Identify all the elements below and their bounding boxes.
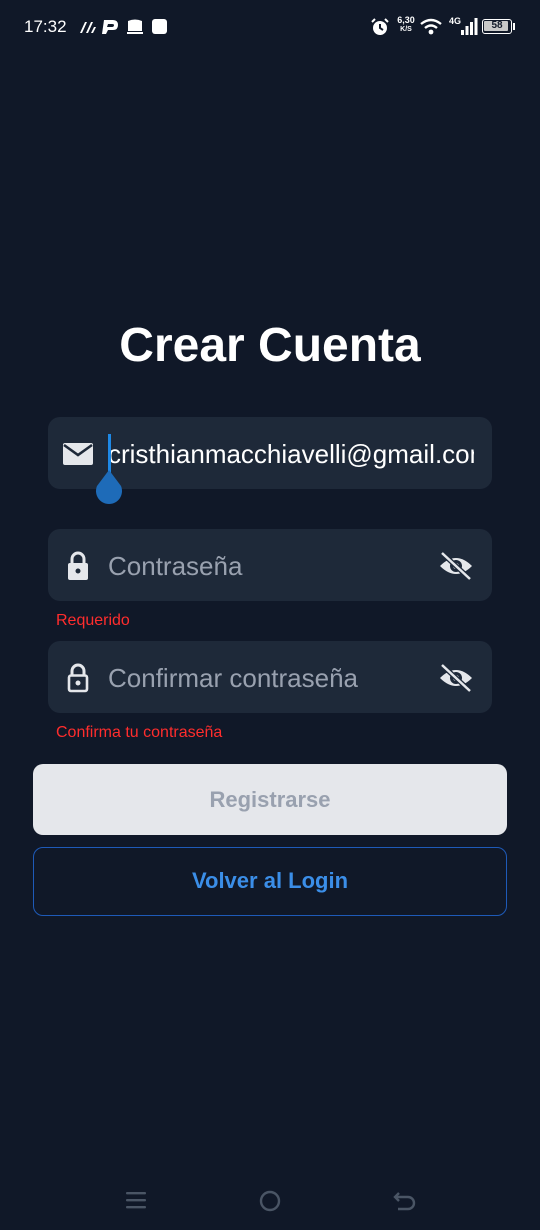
- net-speed-value: 6,30: [397, 15, 415, 25]
- cursor-handle-icon[interactable]: [94, 470, 124, 508]
- back-icon[interactable]: [393, 1189, 417, 1211]
- menu-icon[interactable]: [125, 1190, 147, 1210]
- net-speed: 6,30 K/S: [396, 15, 416, 35]
- back-to-login-button[interactable]: Volver al Login: [33, 847, 507, 916]
- confirm-password-field[interactable]: Confirmar contraseña: [48, 641, 492, 713]
- app-square-icon: [152, 19, 167, 34]
- app-a-icon: [80, 22, 96, 33]
- password-error: Requerido: [56, 612, 130, 629]
- password-field[interactable]: Contraseña: [48, 529, 492, 601]
- lock-outline-icon: [67, 663, 89, 693]
- wifi-icon: [420, 18, 442, 35]
- app-p-icon: [102, 20, 118, 34]
- battery-icon: 58: [482, 19, 512, 34]
- home-icon[interactable]: [259, 1190, 281, 1212]
- status-time: 17:32: [24, 17, 67, 36]
- system-nav-bar: [0, 1170, 540, 1230]
- eye-off-icon[interactable]: [438, 663, 474, 693]
- lock-icon: [68, 551, 88, 580]
- mail-icon: [63, 443, 93, 465]
- password-input[interactable]: Contraseña: [108, 551, 474, 582]
- eye-off-icon[interactable]: [438, 551, 474, 581]
- notification-icons: [80, 19, 167, 34]
- email-input[interactable]: cristhianmacchiavelli@gmail.com: [108, 439, 474, 470]
- alarm-icon: [371, 18, 389, 35]
- status-bar: 17:32 6,30 K/S 4G 58: [0, 0, 540, 54]
- page-title: Crear Cuenta: [119, 319, 421, 372]
- register-button[interactable]: Registrarse: [33, 764, 507, 835]
- confirm-password-error: Confirma tu contraseña: [56, 724, 223, 741]
- confirm-password-input[interactable]: Confirmar contraseña: [108, 663, 474, 694]
- battery-level: 58: [491, 20, 503, 31]
- signal-icon: [461, 18, 478, 35]
- battery-tip: [513, 23, 515, 30]
- app-shop-icon: [127, 19, 143, 34]
- net-speed-unit: K/S: [400, 26, 412, 33]
